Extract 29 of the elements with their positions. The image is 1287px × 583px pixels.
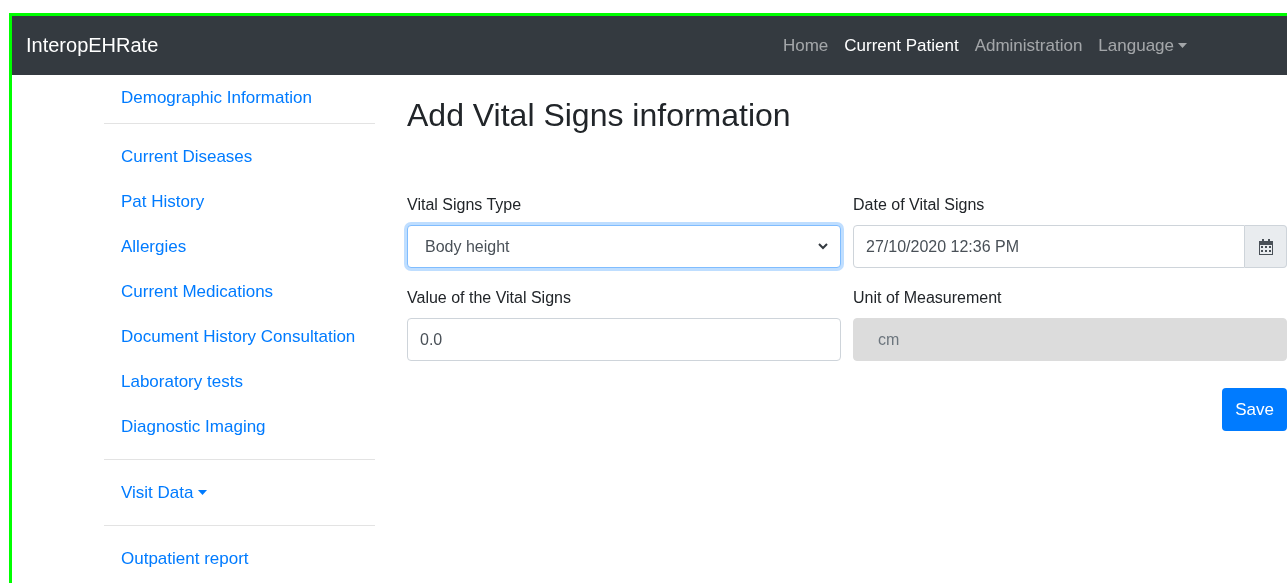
select-field[interactable]: Body height [407,225,841,268]
sidebar-link[interactable]: Current Diseases [104,134,270,179]
field-label: Unit of Measurement [853,289,1003,307]
input-field[interactable]: 0.0 [407,318,841,361]
nav-link[interactable]: Administration [974,35,1083,56]
nav-link[interactable]: Home [782,35,829,56]
sidebar-link[interactable]: Diagnostic Imaging [104,404,283,449]
chevron-icon [818,243,828,250]
date-field[interactable]: 27/10/2020 12:36 PM [853,225,1245,268]
brand-link[interactable]: InteropEHRate [26,34,783,57]
sidebar-link[interactable]: Visit Data [104,470,225,515]
calendar-button[interactable] [1245,225,1287,268]
sidebar-link[interactable]: Outpatient report [104,536,266,581]
calendar-icon [1258,238,1273,255]
sidebar-link[interactable]: Laboratory tests [104,359,260,404]
caret-icon [1178,43,1187,48]
sidebar-link[interactable]: Document History Consultation [104,314,373,359]
nav-link[interactable]: Language [1098,35,1187,56]
save-button[interactable]: Save [1222,388,1287,431]
caret-icon [198,490,208,495]
sidebar-link[interactable]: Allergies [104,224,204,269]
field-label: Date of Vital Signs [853,196,986,214]
page-title: Add Vital Signs information [407,97,792,134]
sidebar-link[interactable]: Current Medications [104,269,291,314]
sidebar-link[interactable]: Demographic Information [104,83,329,113]
nav-link[interactable]: Current Patient [844,35,959,56]
field-label: Value of the Vital Signs [407,289,572,307]
field-label: Vital Signs Type [407,196,523,214]
sidebar-link[interactable]: Pat History [104,179,222,224]
